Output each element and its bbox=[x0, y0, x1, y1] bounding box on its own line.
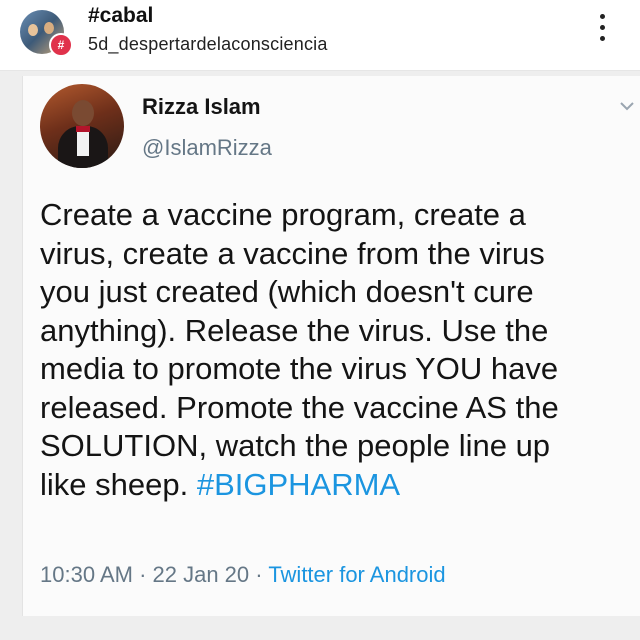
tweet-time: 10:30 AM bbox=[40, 562, 133, 587]
tweet-source: Twitter for Android bbox=[268, 562, 446, 587]
tweet-date: 22 Jan 20 bbox=[152, 562, 250, 587]
hashtag-badge-icon: # bbox=[49, 33, 73, 57]
tweet-body-text: Create a vaccine program, create a virus… bbox=[40, 197, 559, 502]
more-vertical-icon[interactable] bbox=[596, 14, 608, 46]
post-header: # #cabal 5d_despertardelaconsciencia bbox=[0, 0, 640, 71]
username-link[interactable]: 5d_despertardelaconsciencia bbox=[88, 34, 328, 55]
tweet-meta: 10:30 AM · 22 Jan 20 · Twitter for Andro… bbox=[40, 562, 446, 588]
tweet-author-avatar bbox=[40, 84, 124, 168]
hashtag-title[interactable]: #cabal bbox=[88, 4, 153, 28]
tweet-author-name: Rizza Islam bbox=[142, 94, 261, 119]
chevron-down-icon bbox=[620, 102, 634, 111]
tweet-text: Create a vaccine program, create a virus… bbox=[40, 196, 636, 504]
meta-separator: · bbox=[249, 562, 269, 587]
tweet-author-handle: @IslamRizza bbox=[142, 135, 272, 160]
meta-separator: · bbox=[132, 562, 153, 587]
tweet-hashtag: #BIGPHARMA bbox=[196, 466, 401, 502]
